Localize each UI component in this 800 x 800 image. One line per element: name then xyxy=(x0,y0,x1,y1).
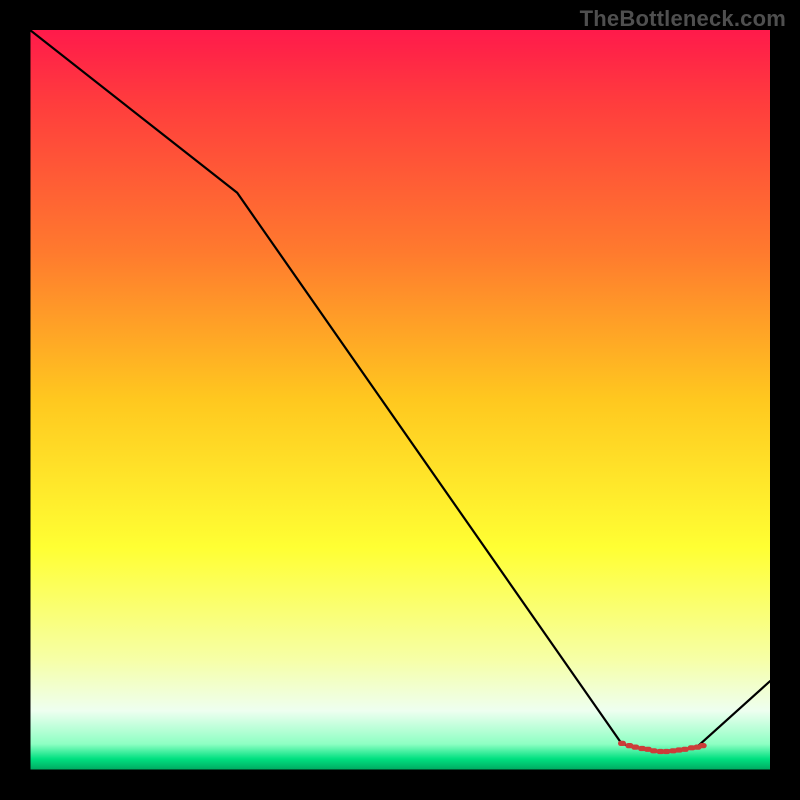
marker xyxy=(699,743,707,748)
plot-svg xyxy=(30,30,770,770)
marker xyxy=(618,741,626,746)
plot-area xyxy=(30,30,770,770)
gradient-background xyxy=(30,30,770,770)
watermark-text: TheBottleneck.com xyxy=(580,6,786,32)
chart-stage: TheBottleneck.com xyxy=(0,0,800,800)
